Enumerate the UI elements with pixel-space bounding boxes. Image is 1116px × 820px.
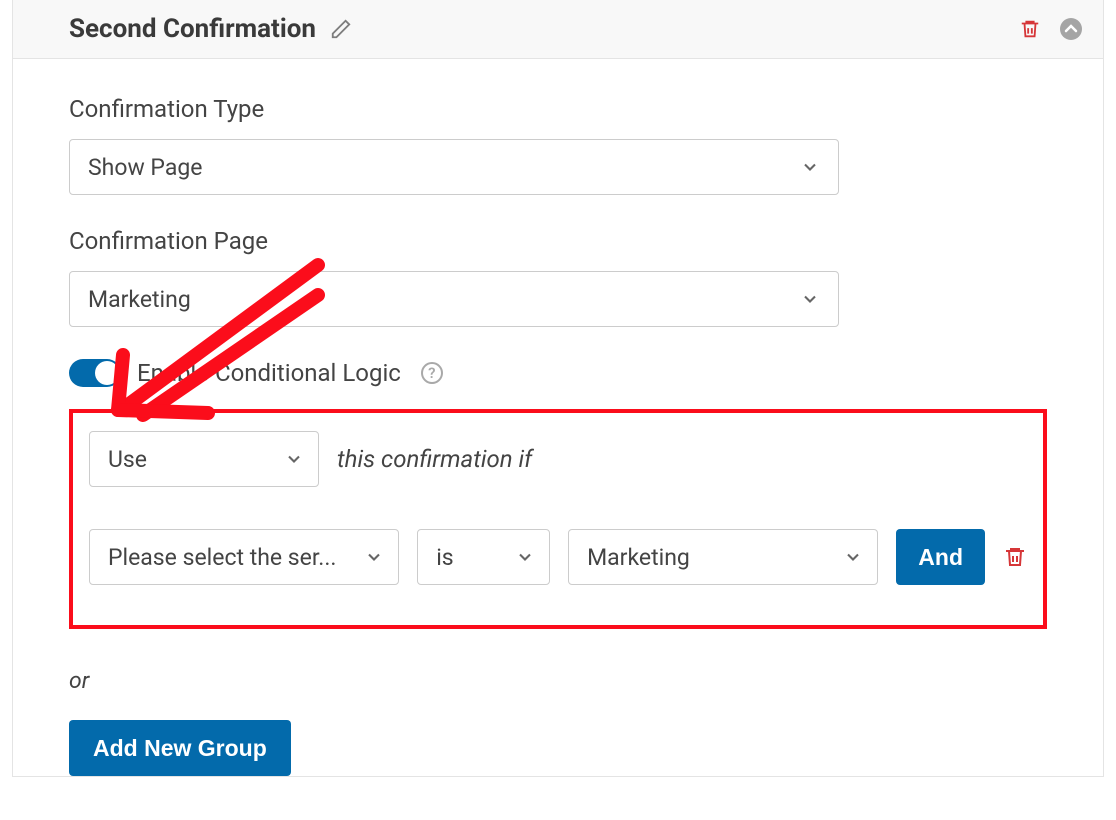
toggle-knob [95,361,119,385]
and-button[interactable]: And [896,529,985,585]
condition-field-value: Please select the ser... [108,544,336,571]
condition-row: Please select the ser... is Marketing [89,529,1027,585]
panel-header: Second Confirmation [13,0,1103,59]
add-new-group-button[interactable]: Add New Group [69,720,291,776]
or-separator: or [69,667,1103,694]
suffix-text: this confirmation if [337,445,532,473]
condition-operator-value: is [436,544,453,571]
header-actions [1019,17,1083,41]
chevron-down-icon [843,547,863,567]
confirmation-page-label: Confirmation Page [69,227,1047,255]
conditional-rules-box: Use this confirmation if Please select t… [69,409,1047,629]
condition-field-select[interactable]: Please select the ser... [89,529,399,585]
use-select[interactable]: Use [89,431,319,487]
panel-title: Second Confirmation [69,14,316,44]
condition-value-select[interactable]: Marketing [568,529,878,585]
chevron-down-icon [364,547,384,567]
condition-operator-select[interactable]: is [417,529,550,585]
confirmation-page-value: Marketing [88,286,191,313]
use-row: Use this confirmation if [89,431,1027,487]
confirmation-type-group: Confirmation Type Show Page [69,95,1047,195]
confirmation-type-label: Confirmation Type [69,95,1047,123]
conditional-logic-toggle-row: Enable Conditional Logic ? [69,359,1047,387]
chevron-down-icon [515,547,535,567]
confirmation-page-select[interactable]: Marketing [69,271,839,327]
condition-value-value: Marketing [587,544,690,571]
conditional-logic-label: Enable Conditional Logic [137,359,401,387]
trash-icon[interactable] [1019,18,1041,40]
confirmation-type-value: Show Page [88,154,202,181]
confirmation-panel: Second Confirmation Confirmation Type Sh… [12,0,1104,777]
confirmation-type-select[interactable]: Show Page [69,139,839,195]
confirmation-page-group: Confirmation Page Marketing [69,227,1047,327]
chevron-down-icon [800,157,820,177]
trash-icon[interactable] [1003,545,1027,569]
collapse-icon[interactable] [1059,17,1083,41]
chevron-down-icon [284,449,304,469]
panel-body: Confirmation Type Show Page Confirmation… [13,59,1103,657]
chevron-down-icon [800,289,820,309]
use-select-value: Use [108,446,147,473]
conditional-logic-toggle[interactable] [69,359,121,387]
help-icon[interactable]: ? [421,362,443,384]
pencil-icon[interactable] [330,18,352,40]
